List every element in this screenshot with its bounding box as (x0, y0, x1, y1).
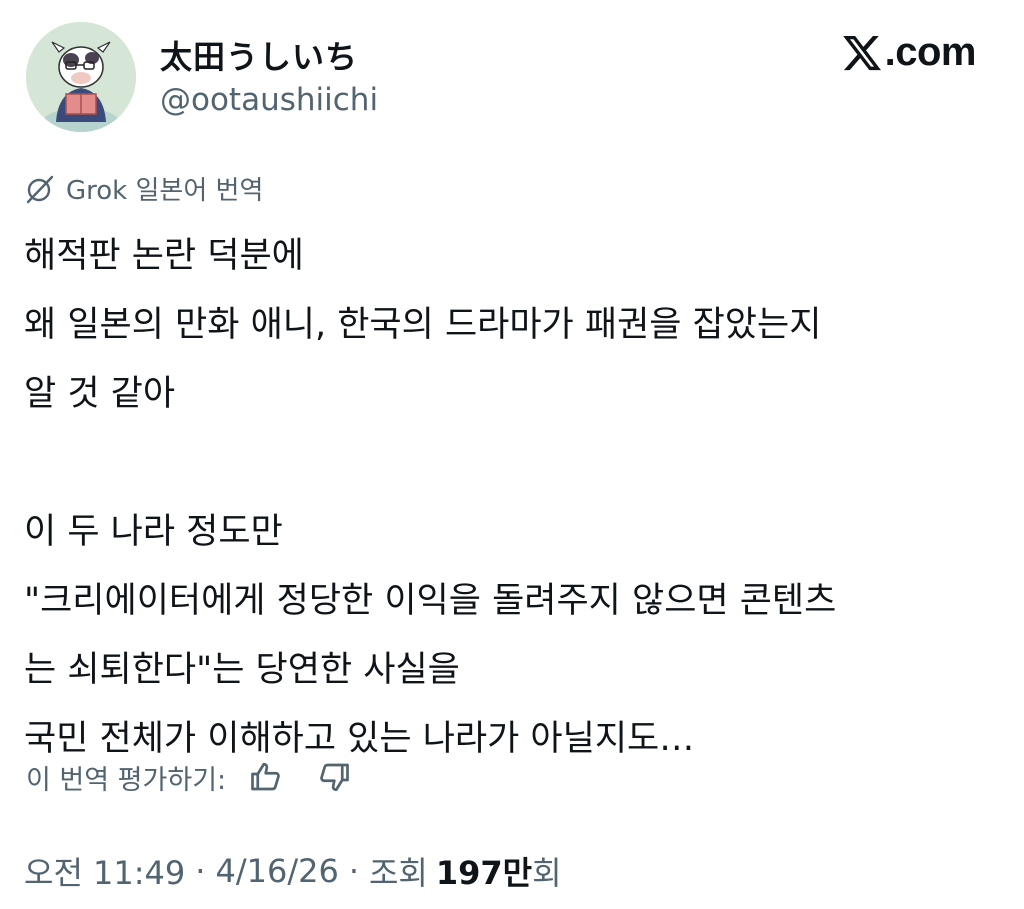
views-count: 197만 (435, 854, 533, 892)
views-suffix: 회 (532, 854, 562, 892)
author-display-name[interactable]: 太田うしいち (160, 32, 358, 78)
meta-separator: · (348, 852, 359, 890)
tweet-meta: 오전 11:49 · 4/16/26 · 조회 197만 회 (24, 848, 562, 894)
thumbs-down-button[interactable] (314, 757, 354, 797)
grok-icon (26, 175, 54, 203)
author-handle[interactable]: @ootaushiichi (160, 82, 378, 118)
tweet-text: 해적판 논란 덕분에 왜 일본의 만화 애니, 한국의 드라마가 패권을 잡았는… (24, 222, 1004, 774)
tweet-time[interactable]: 오전 11:49 (24, 848, 185, 894)
tweet-date[interactable]: 4/16/26 (215, 852, 338, 890)
rate-translation-label: 이 번역 평가하기: (26, 764, 227, 796)
tweet-line: 는 쇠퇴한다"는 당연한 사실을 (24, 650, 460, 690)
views-label: 조회 (368, 854, 428, 892)
translation-header: Grok 일본어 번역 (22, 170, 263, 207)
translation-rating: 이 번역 평가하기: (26, 757, 354, 797)
translation-label: Grok 일본어 번역 (66, 176, 264, 206)
tweet-line: 해적판 논란 덕분에 (24, 236, 304, 276)
tweet-line: "크리에이터에게 정당한 이익을 돌려주지 않으면 콘텐츠 (24, 581, 837, 621)
meta-separator: · (195, 852, 206, 890)
tweet-line: 알 것 같아 (24, 374, 176, 414)
x-logo-icon (842, 35, 881, 70)
thumbs-down-icon (320, 763, 350, 792)
brand-domain: .com (884, 30, 977, 74)
avatar-illustration (26, 22, 136, 132)
tweet-line: 이 두 나라 정도만 (24, 512, 283, 552)
tweet-line-break (24, 429, 1004, 498)
brand-logo: .com (841, 30, 977, 75)
thumbs-up-button[interactable] (246, 757, 286, 797)
tweet-line: 왜 일본의 만화 애니, 한국의 드라마가 패권을 잡았는지 (24, 305, 822, 345)
thumbs-up-icon (251, 762, 280, 791)
avatar[interactable] (26, 22, 136, 132)
